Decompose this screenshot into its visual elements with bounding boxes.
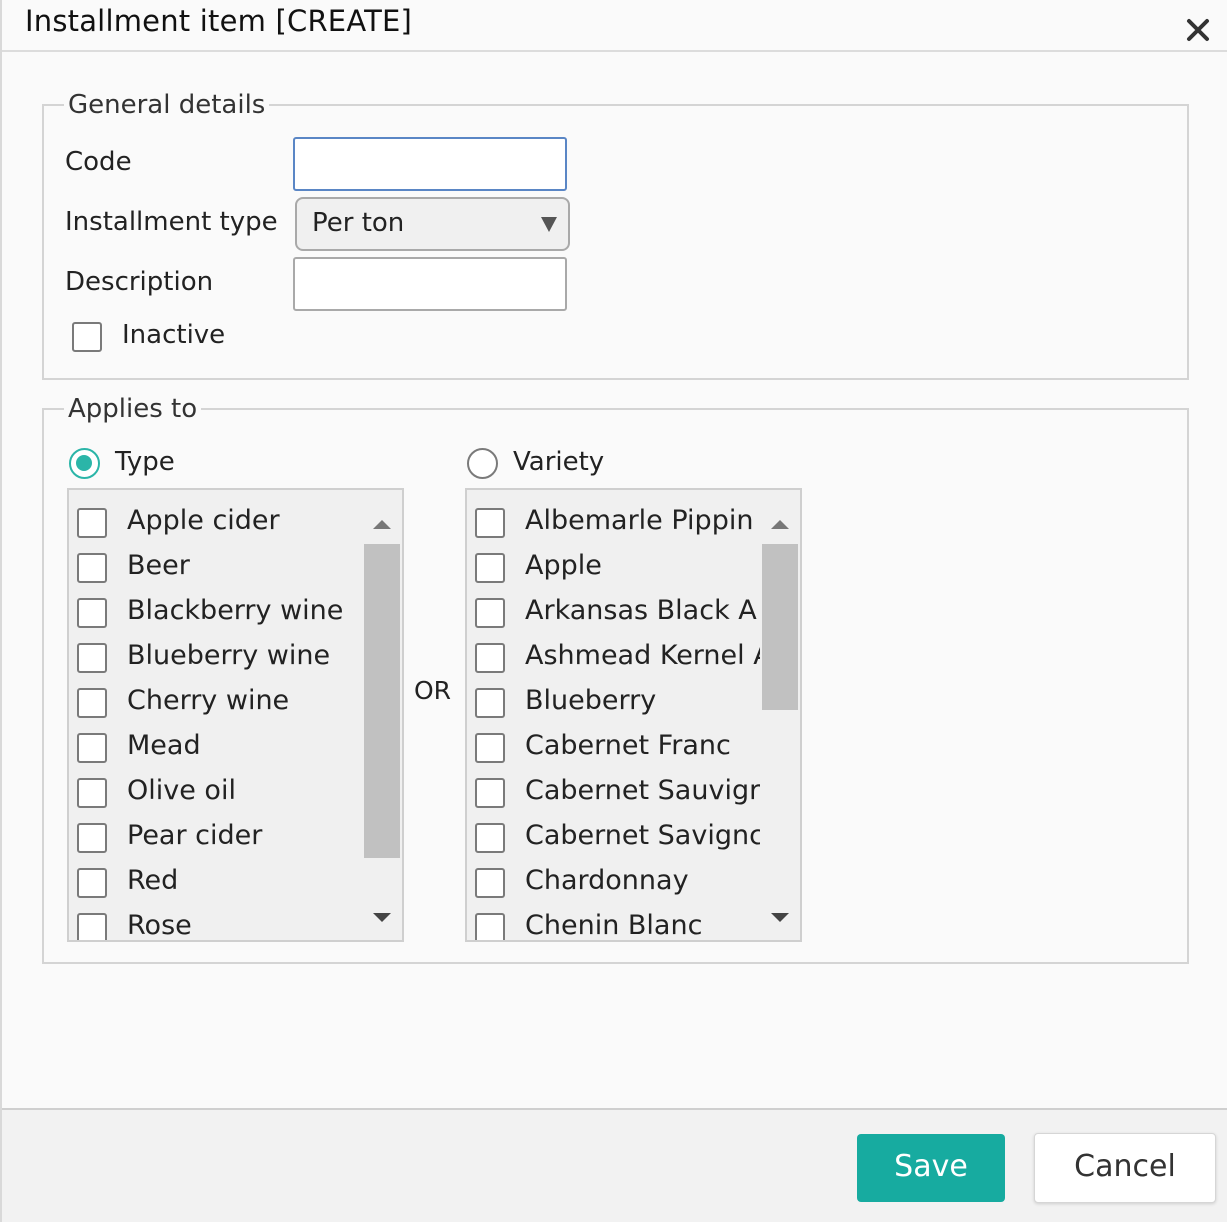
or-separator: OR bbox=[414, 676, 452, 705]
type-list-item[interactable]: Mead bbox=[69, 726, 362, 771]
variety-list-item[interactable]: Apple bbox=[467, 546, 760, 591]
type-item-label: Blackberry wine bbox=[127, 595, 344, 626]
save-button[interactable]: Save bbox=[857, 1134, 1005, 1202]
type-item-checkbox[interactable] bbox=[77, 913, 107, 940]
type-list-item[interactable]: Rose bbox=[69, 906, 362, 941]
type-item-label: Apple cider bbox=[127, 505, 280, 536]
type-item-checkbox[interactable] bbox=[77, 733, 107, 763]
type-list-item[interactable]: Blueberry wine bbox=[69, 636, 362, 681]
variety-list-item[interactable]: Ashmead Kernel A bbox=[467, 636, 760, 681]
inactive-checkbox[interactable] bbox=[72, 322, 102, 352]
general-details-legend: General details bbox=[68, 90, 266, 120]
type-item-label: Red bbox=[127, 865, 179, 896]
variety-item-label: Albemarle Pippin bbox=[525, 505, 754, 536]
close-icon[interactable] bbox=[1180, 10, 1216, 46]
type-item-checkbox[interactable] bbox=[77, 778, 107, 808]
variety-item-checkbox[interactable] bbox=[475, 823, 505, 853]
type-item-label: Rose bbox=[127, 910, 192, 941]
inactive-label: Inactive bbox=[122, 320, 226, 350]
variety-listbox[interactable]: Albemarle Pippin Apple Arkansas Black A Ash… bbox=[465, 488, 802, 942]
type-item-checkbox[interactable] bbox=[77, 553, 107, 583]
variety-item-checkbox[interactable] bbox=[475, 688, 505, 718]
installment-type-label: Installment type bbox=[65, 207, 278, 237]
scroll-down-arrow-icon[interactable] bbox=[371, 910, 393, 924]
variety-item-label: Apple bbox=[525, 550, 602, 581]
variety-list-item[interactable]: Cabernet Savignc bbox=[467, 816, 760, 861]
dialog-title: Installment item [CREATE] bbox=[25, 4, 413, 38]
type-list-item[interactable]: Red bbox=[69, 861, 362, 906]
type-list-item[interactable]: Blackberry wine bbox=[69, 591, 362, 636]
type-item-label: Beer bbox=[127, 550, 190, 581]
variety-radio-label: Variety bbox=[513, 447, 605, 477]
chevron-down-icon bbox=[540, 211, 558, 232]
type-radio[interactable] bbox=[69, 448, 100, 479]
variety-list-item[interactable]: Chenin Blanc bbox=[467, 906, 760, 941]
dialog-footer: Save Cancel bbox=[2, 1108, 1227, 1222]
variety-list-item[interactable]: Blueberry bbox=[467, 681, 760, 726]
code-input[interactable] bbox=[293, 137, 567, 191]
scroll-up-arrow-icon[interactable] bbox=[769, 516, 791, 530]
applies-to-legend: Applies to bbox=[68, 394, 198, 424]
variety-list-item[interactable]: Cabernet Franc bbox=[467, 726, 760, 771]
type-item-checkbox[interactable] bbox=[77, 823, 107, 853]
type-item-checkbox[interactable] bbox=[77, 598, 107, 628]
scroll-up-arrow-icon[interactable] bbox=[371, 516, 393, 530]
variety-item-label: Cabernet Savignc bbox=[525, 820, 760, 851]
type-listbox[interactable]: Apple cider Beer Blackberry wine Blueberry … bbox=[67, 488, 404, 942]
variety-list-scrollbar[interactable] bbox=[760, 490, 800, 940]
variety-item-checkbox[interactable] bbox=[475, 598, 505, 628]
variety-item-label: Ashmead Kernel A bbox=[525, 640, 760, 671]
type-list-item[interactable]: Beer bbox=[69, 546, 362, 591]
variety-item-label: Cabernet Sauvigr bbox=[525, 775, 760, 806]
variety-item-checkbox[interactable] bbox=[475, 778, 505, 808]
variety-list-item[interactable]: Cabernet Sauvigr bbox=[467, 771, 760, 816]
variety-item-checkbox[interactable] bbox=[475, 868, 505, 898]
variety-list-item[interactable]: Chardonnay bbox=[467, 861, 760, 906]
type-item-label: Blueberry wine bbox=[127, 640, 331, 671]
description-label: Description bbox=[65, 267, 214, 297]
cancel-button[interactable]: Cancel bbox=[1034, 1133, 1216, 1203]
type-item-label: Mead bbox=[127, 730, 201, 761]
variety-item-label: Blueberry bbox=[525, 685, 657, 716]
type-item-checkbox[interactable] bbox=[77, 643, 107, 673]
type-list-scrollbar[interactable] bbox=[362, 490, 402, 940]
type-item-label: Olive oil bbox=[127, 775, 236, 806]
description-input[interactable] bbox=[293, 257, 567, 311]
variety-list-item[interactable]: Arkansas Black A bbox=[467, 591, 760, 636]
dialog-header: Installment item [CREATE] bbox=[2, 0, 1227, 52]
type-list-item[interactable]: Olive oil bbox=[69, 771, 362, 816]
installment-type-value: Per ton bbox=[312, 208, 405, 238]
type-item-label: Cherry wine bbox=[127, 685, 290, 716]
variety-item-checkbox[interactable] bbox=[475, 508, 505, 538]
code-label: Code bbox=[65, 147, 132, 177]
variety-radio[interactable] bbox=[467, 448, 498, 479]
variety-list-scroll-thumb[interactable] bbox=[762, 544, 798, 710]
variety-item-checkbox[interactable] bbox=[475, 913, 505, 940]
type-item-checkbox[interactable] bbox=[77, 868, 107, 898]
type-list-item[interactable]: Apple cider bbox=[69, 501, 362, 546]
type-radio-label: Type bbox=[115, 447, 175, 477]
type-list-item[interactable]: Pear cider bbox=[69, 816, 362, 861]
variety-item-label: Arkansas Black A bbox=[525, 595, 757, 626]
installment-item-dialog: Installment item [CREATE] General detail… bbox=[0, 0, 1227, 1222]
type-list-scroll-thumb[interactable] bbox=[364, 544, 400, 858]
type-item-label: Pear cider bbox=[127, 820, 263, 851]
variety-item-label: Chardonnay bbox=[525, 865, 689, 896]
type-item-checkbox[interactable] bbox=[77, 688, 107, 718]
variety-item-checkbox[interactable] bbox=[475, 643, 505, 673]
type-list-item[interactable]: Cherry wine bbox=[69, 681, 362, 726]
variety-item-checkbox[interactable] bbox=[475, 733, 505, 763]
type-item-checkbox[interactable] bbox=[77, 508, 107, 538]
variety-item-label: Cabernet Franc bbox=[525, 730, 731, 761]
scroll-down-arrow-icon[interactable] bbox=[769, 910, 791, 924]
variety-item-checkbox[interactable] bbox=[475, 553, 505, 583]
installment-type-select[interactable]: Per ton bbox=[295, 197, 570, 251]
variety-item-label: Chenin Blanc bbox=[525, 910, 703, 941]
variety-list-item[interactable]: Albemarle Pippin bbox=[467, 501, 760, 546]
